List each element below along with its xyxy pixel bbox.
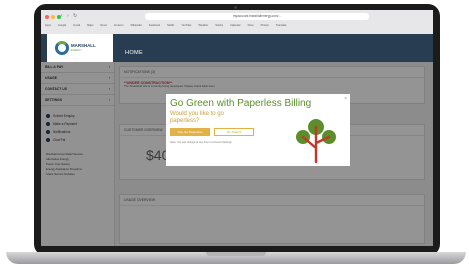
bookmark[interactable]: Netflix <box>167 24 174 30</box>
bookmark[interactable]: Calendar <box>230 24 241 30</box>
bookmark[interactable]: Google <box>58 24 66 30</box>
bookmark[interactable]: Gmail <box>73 24 80 30</box>
bookmark[interactable]: Wikipedia <box>130 24 141 30</box>
modal-note: Note: You can change at any time in Acco… <box>170 141 233 144</box>
bookmark[interactable]: Translate <box>276 24 287 30</box>
close-icon[interactable]: × <box>344 96 347 102</box>
screen: ‹ › ↻ myaccount.marshallenergy.com/... A… <box>41 10 433 246</box>
address-bar[interactable]: myaccount.marshallenergy.com/... <box>145 13 369 20</box>
camera <box>234 6 237 9</box>
bookmark[interactable]: Apps <box>45 24 51 30</box>
reload-icon[interactable]: ↻ <box>73 13 77 19</box>
no-thanks-button[interactable]: No Thanks <box>214 128 254 136</box>
paperless-modal: × Go Green with Paperless Billing Would … <box>166 94 350 166</box>
close-window-button[interactable] <box>45 15 49 19</box>
bookmark[interactable]: Amazon <box>114 24 124 30</box>
modal-question: Would you like to go paperless? <box>170 111 224 124</box>
browser-chrome: ‹ › ↻ myaccount.marshallenergy.com/... A… <box>41 10 433 34</box>
go-paperless-button[interactable]: Yes, Go Paperless <box>170 128 210 136</box>
back-icon[interactable]: ‹ <box>61 13 63 19</box>
bookmark[interactable]: Weather <box>199 24 209 30</box>
forward-icon[interactable]: › <box>67 13 69 19</box>
page-title: HOME <box>125 50 143 56</box>
bookmarks-bar: Apps Google Gmail Maps News Amazon Wikip… <box>45 24 429 30</box>
laptop-notch <box>206 252 266 256</box>
logo-subtitle: ENERGY <box>71 49 82 52</box>
modal-title: Go Green with Paperless Billing <box>170 98 312 109</box>
brand-logo[interactable]: MARSHALL ENERGY <box>47 34 113 62</box>
tree-icon <box>296 119 336 164</box>
bookmark[interactable]: Drive <box>248 24 254 30</box>
window-controls <box>45 15 61 19</box>
bookmark[interactable]: News <box>100 24 107 30</box>
logo-icon <box>55 41 69 55</box>
bookmark[interactable]: Maps <box>87 24 93 30</box>
bookmark[interactable]: Facebook <box>149 24 160 30</box>
minimize-window-button[interactable] <box>51 15 55 19</box>
bookmark[interactable]: Photos <box>261 24 269 30</box>
logo-title: MARSHALL <box>71 43 96 48</box>
bookmark[interactable]: YouTube <box>181 24 191 30</box>
bookmark[interactable]: Stocks <box>215 24 223 30</box>
